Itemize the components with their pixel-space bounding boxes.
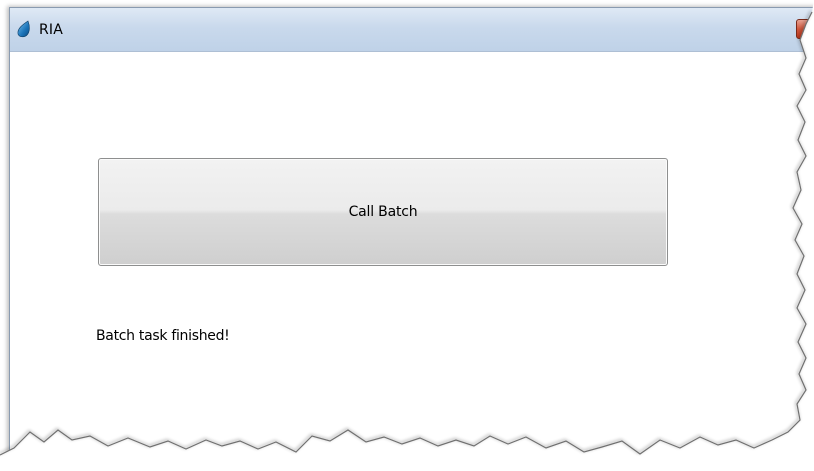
- window-title: RIA: [39, 22, 64, 38]
- close-button[interactable]: ✕: [796, 19, 814, 39]
- close-icon: ✕: [805, 21, 814, 36]
- app-window: RIA ✕ Call Batch Batch task finished!: [9, 7, 814, 471]
- call-batch-label: Call Batch: [348, 204, 418, 220]
- app-drop-icon: [17, 20, 30, 38]
- screenshot-stage: RIA ✕ Call Batch Batch task finished!: [0, 0, 814, 471]
- title-bar[interactable]: RIA ✕: [10, 8, 814, 52]
- status-label: Batch task finished!: [96, 328, 230, 344]
- call-batch-button[interactable]: Call Batch: [98, 158, 668, 266]
- client-area: Call Batch Batch task finished!: [10, 52, 814, 471]
